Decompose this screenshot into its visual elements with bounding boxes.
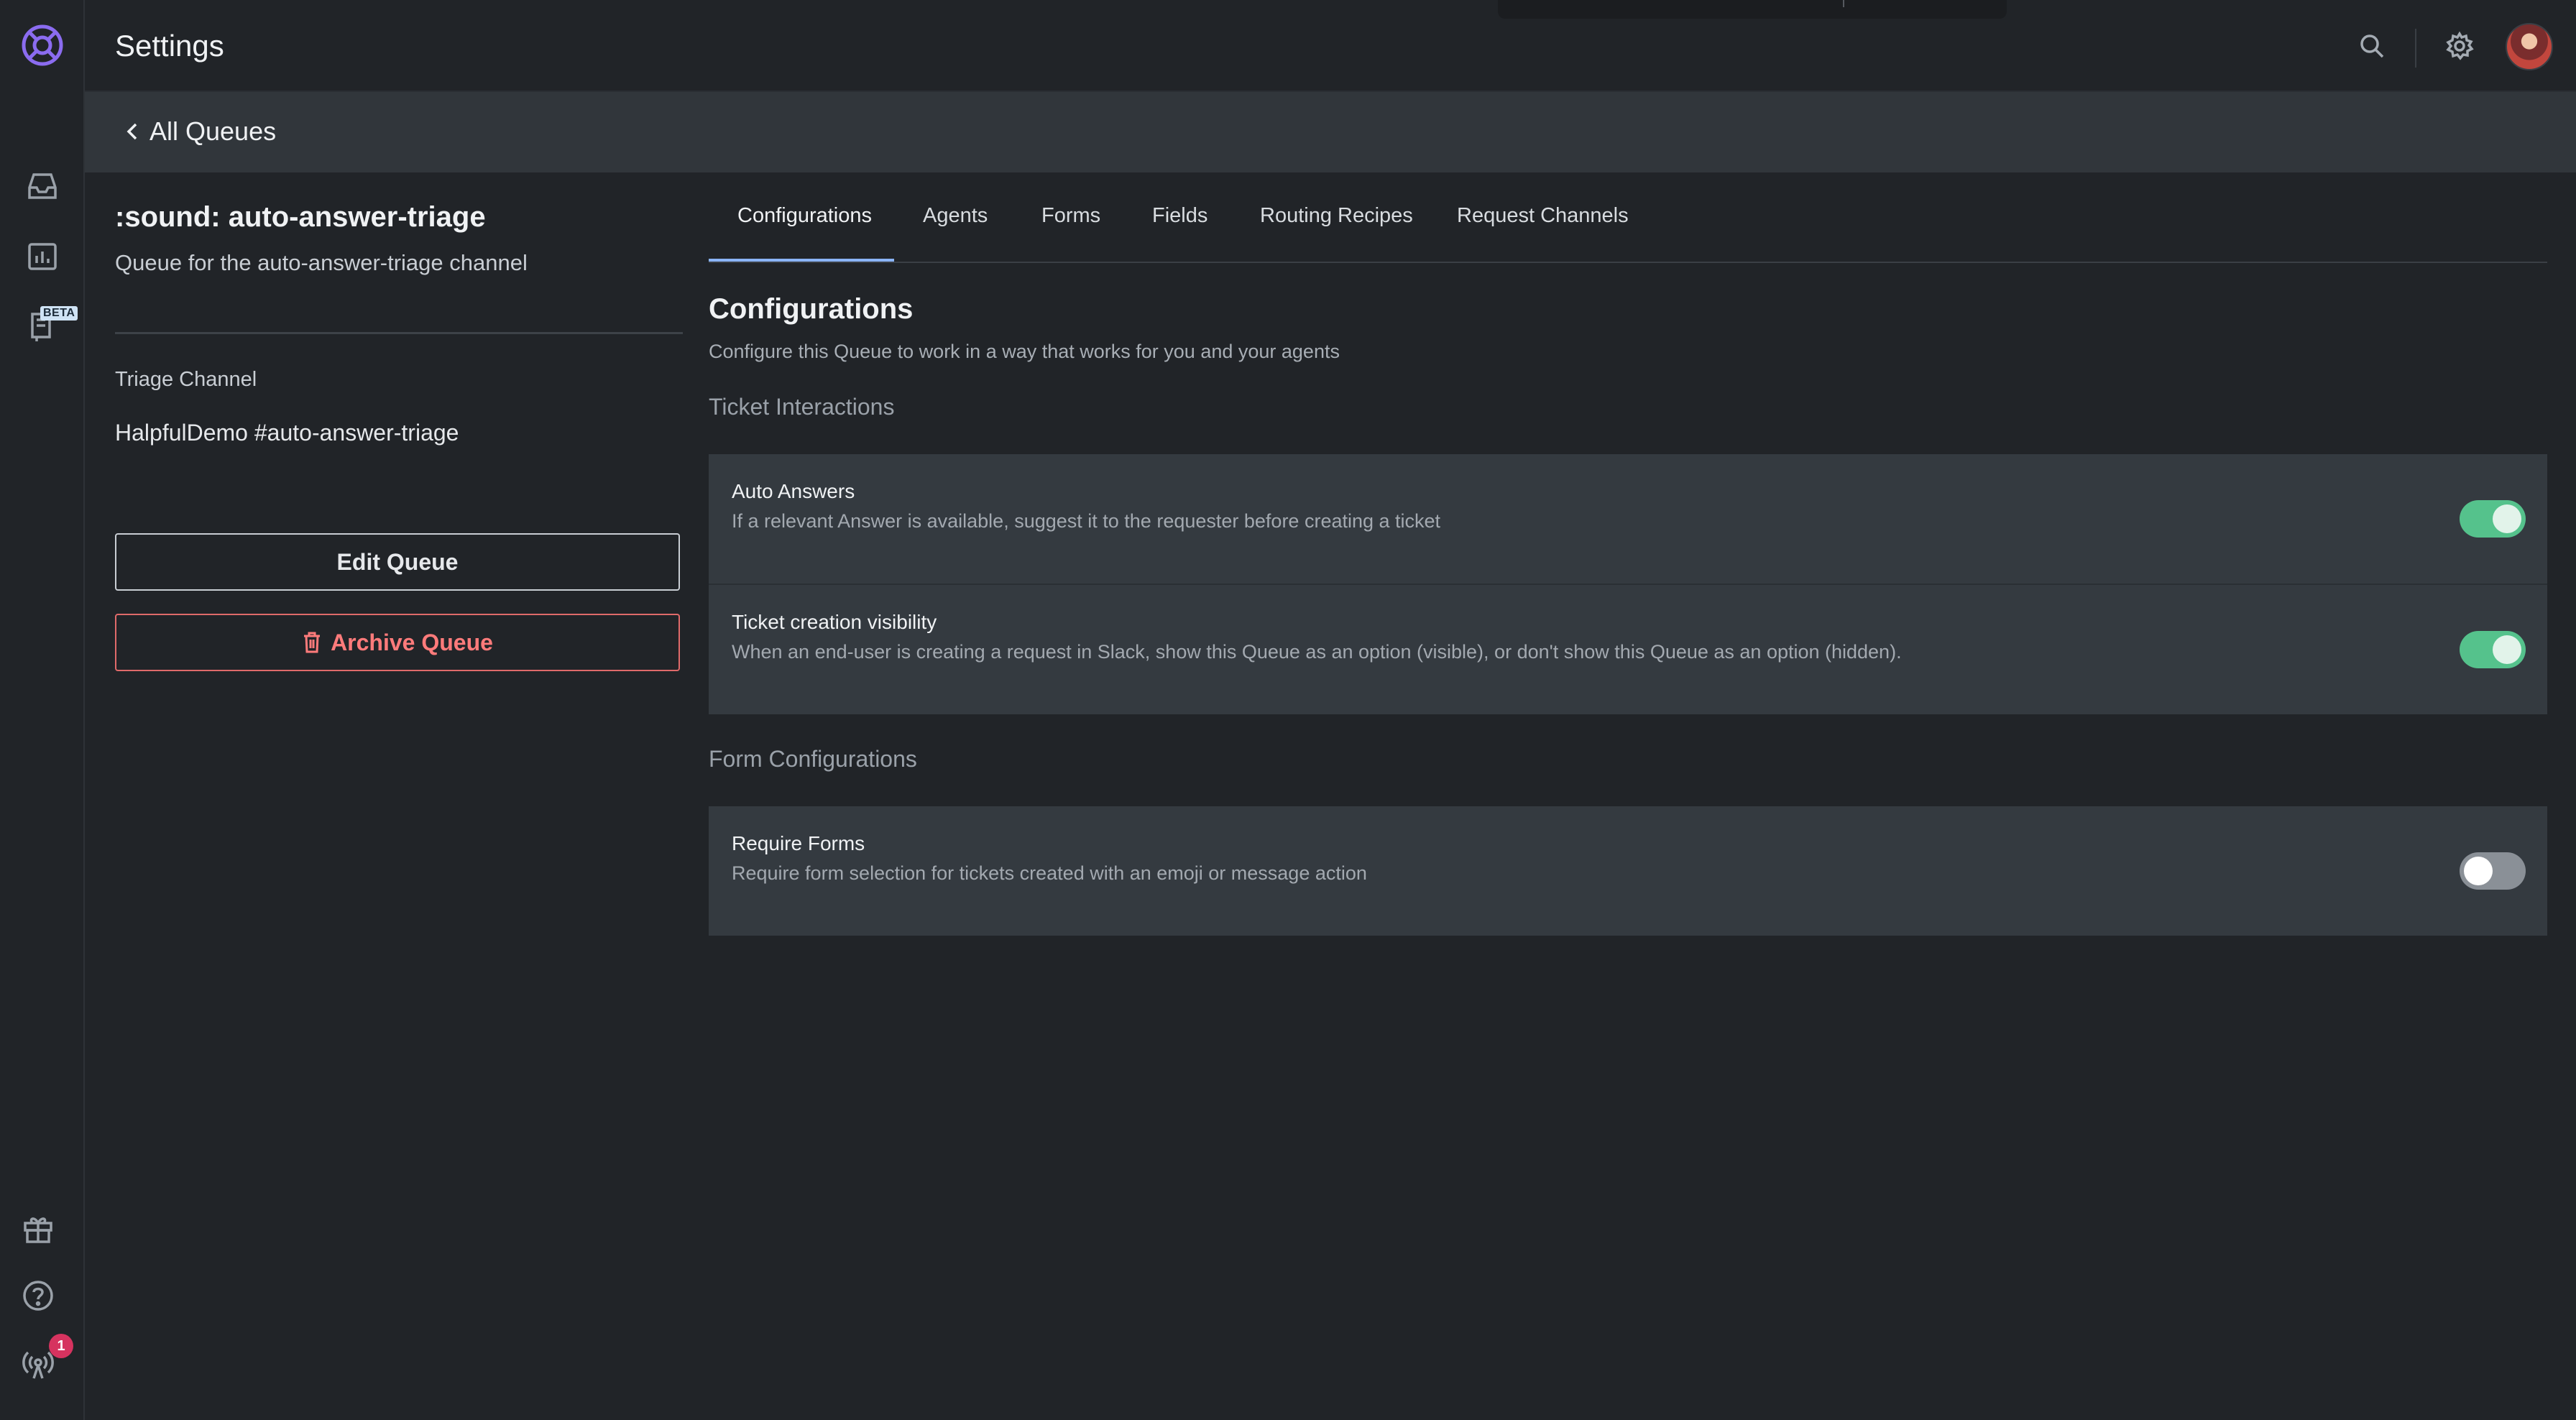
- gear-icon[interactable]: [2438, 24, 2481, 68]
- notification-badge: 1: [49, 1334, 73, 1358]
- setting-title: Require Forms: [732, 832, 865, 854]
- user-avatar[interactable]: [2506, 23, 2553, 70]
- tab-bar: Configurations Agents Forms Fields Routi…: [709, 172, 2547, 263]
- beta-badge: BETA: [40, 306, 78, 321]
- app-logo-icon[interactable]: [19, 22, 66, 69]
- tab-routing-recipes[interactable]: Routing Recipes: [1260, 204, 1413, 228]
- tab-agents[interactable]: Agents: [923, 204, 988, 228]
- tab-fields[interactable]: Fields: [1152, 204, 1208, 228]
- edit-queue-button[interactable]: Edit Queue: [115, 533, 680, 591]
- group-heading-form-configurations: Form Configurations: [709, 746, 917, 772]
- setting-title: Auto Answers: [732, 480, 855, 502]
- auto-answers-toggle[interactable]: [2460, 500, 2526, 538]
- queue-title: :sound: auto-answer-triage: [115, 201, 486, 233]
- chevron-left-icon: [126, 123, 137, 140]
- panel-divider: [115, 332, 683, 334]
- inbox-icon[interactable]: [19, 162, 66, 210]
- help-icon[interactable]: [14, 1272, 62, 1319]
- group-heading-ticket-interactions: Ticket Interactions: [709, 394, 895, 420]
- require-forms-toggle[interactable]: [2460, 852, 2526, 890]
- icon-rail: BETA 1: [0, 0, 85, 1420]
- back-to-all-queues-link[interactable]: All Queues: [125, 116, 276, 147]
- section-subtitle: Configure this Queue to work in a way th…: [709, 341, 1340, 362]
- tab-configurations[interactable]: Configurations: [737, 204, 872, 228]
- ticket-visibility-toggle[interactable]: [2460, 631, 2526, 668]
- breadcrumb-label: All Queues: [150, 116, 277, 146]
- edit-queue-label: Edit Queue: [336, 548, 459, 575]
- search-icon[interactable]: [2350, 24, 2393, 68]
- top-toolbar-stub: [1498, 0, 2007, 19]
- section-title: Configurations: [709, 293, 914, 325]
- setting-description: When an end-user is creating a request i…: [732, 641, 1902, 663]
- page-title: Settings: [115, 29, 224, 63]
- header-divider: [2415, 29, 2416, 68]
- setting-description: Require form selection for tickets creat…: [732, 862, 1367, 884]
- tab-forms[interactable]: Forms: [1041, 204, 1100, 228]
- triage-channel-label: Triage Channel: [115, 368, 257, 391]
- triage-channel-value: HalpfulDemo #auto-answer-triage: [115, 420, 459, 446]
- gift-icon[interactable]: [14, 1204, 62, 1252]
- active-tab-indicator: [709, 259, 894, 262]
- setting-row-require-forms: Require Forms Require form selection for…: [709, 806, 2547, 936]
- tab-request-channels[interactable]: Request Channels: [1457, 204, 1629, 228]
- breadcrumb-bar: All Queues: [85, 92, 2576, 172]
- form-configurations-card: Require Forms Require form selection for…: [709, 806, 2547, 936]
- setting-row-ticket-creation-visibility: Ticket creation visibility When an end-u…: [709, 585, 2547, 714]
- top-header: Settings: [85, 0, 2576, 92]
- queue-description: Queue for the auto-answer-triage channel: [115, 250, 528, 275]
- setting-title: Ticket creation visibility: [732, 611, 937, 633]
- setting-description: If a relevant Answer is available, sugge…: [732, 510, 1441, 532]
- archive-queue-button[interactable]: Archive Queue: [115, 614, 680, 671]
- setting-row-auto-answers: Auto Answers If a relevant Answer is ava…: [709, 454, 2547, 584]
- analytics-icon[interactable]: [19, 233, 66, 280]
- trash-icon: [304, 632, 321, 653]
- archive-queue-label: Archive Queue: [331, 629, 493, 655]
- ticket-interactions-card: Auto Answers If a relevant Answer is ava…: [709, 454, 2547, 714]
